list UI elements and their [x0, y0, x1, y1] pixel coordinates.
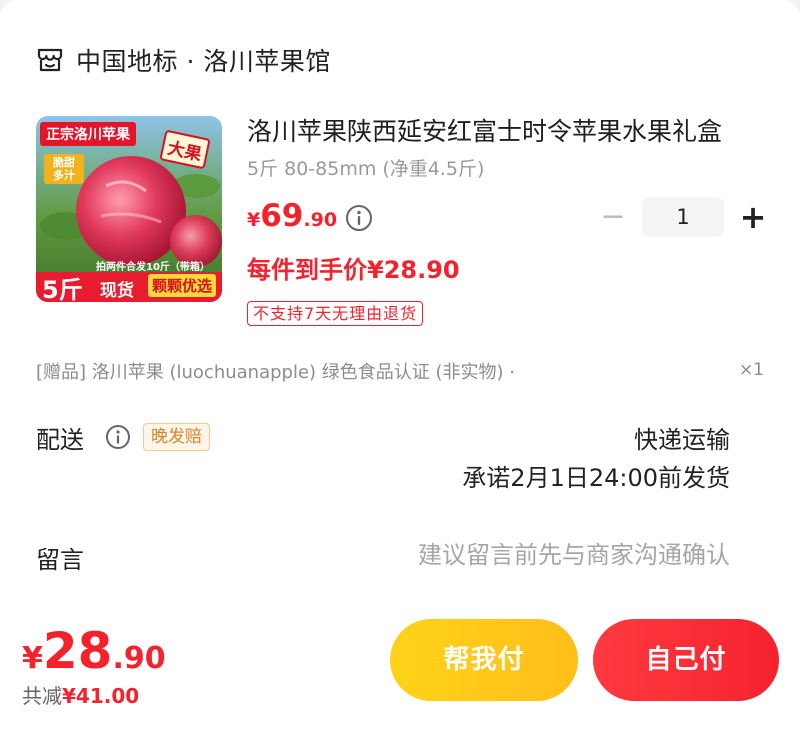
- product-title[interactable]: 洛川苹果陕西延安红富士时令苹果水果礼盒: [247, 112, 767, 148]
- price-decimal: .90: [303, 209, 338, 231]
- self-pay-button[interactable]: 自己付: [593, 619, 779, 701]
- total-integer: 28: [42, 622, 113, 680]
- quantity-value[interactable]: 1: [642, 197, 724, 237]
- total-symbol: ¥: [22, 641, 43, 676]
- discount-label: 共减: [22, 684, 62, 708]
- shipping-promise: 承诺2月1日24:00前发货: [462, 464, 730, 492]
- gift-text: [赠品] 洛川苹果 (luochuanapple) 绿色食品认证 (非实物) ·: [36, 362, 515, 383]
- product-price: ¥ 69 .90: [247, 198, 337, 238]
- image-side-label-2: 多汁: [53, 169, 75, 182]
- image-tag-1: 现货: [100, 281, 134, 301]
- unit-price: 每件到手价¥28.90: [247, 256, 460, 284]
- quantity-stepper: − 1 +: [598, 196, 768, 238]
- return-policy-badge: 不支持7天无理由退货: [247, 301, 424, 326]
- image-banner: 正宗洛川苹果: [40, 122, 136, 146]
- image-weight: 5斤: [42, 276, 83, 302]
- shop-header[interactable]: 中国地标 · 洛川苹果馆: [36, 40, 331, 80]
- total-price: ¥ 28 .90: [22, 622, 166, 680]
- discount-summary[interactable]: 共减¥41.00: [22, 680, 139, 709]
- price-symbol: ¥: [247, 209, 261, 231]
- total-decimal: .90: [112, 641, 166, 676]
- product-spec[interactable]: 5斤 80-85mm (净重4.5斤): [247, 154, 484, 181]
- help-pay-button[interactable]: 帮我付: [390, 619, 578, 701]
- shipping-label: 配送: [36, 426, 84, 454]
- image-tag-2: 颗颗优选: [148, 274, 217, 297]
- late-compensation-badge[interactable]: 晚发赔: [143, 423, 210, 451]
- image-promo-line: 拍两件合发10斤（带箱）: [96, 262, 210, 273]
- quantity-decrease-button[interactable]: −: [598, 202, 628, 232]
- gift-quantity: ×1: [738, 360, 764, 380]
- order-card: 中国地标 · 洛川苹果馆 正宗洛川苹果 大果 脆甜 多汁 拍两件合发10斤（带箱…: [0, 0, 800, 615]
- quantity-increase-button[interactable]: +: [738, 201, 768, 233]
- shipping-info-icon[interactable]: [105, 424, 131, 450]
- price-info-icon[interactable]: [345, 204, 373, 232]
- shipping-method[interactable]: 快递运输: [634, 420, 730, 455]
- message-label: 留言: [36, 546, 84, 574]
- shop-name: 中国地标 · 洛川苹果馆: [76, 47, 331, 76]
- checkout-bar: ¥ 28 .90 共减¥41.00 帮我付 自己付: [0, 600, 800, 730]
- price-integer: 69: [260, 198, 304, 234]
- message-input[interactable]: [310, 537, 730, 573]
- product-image[interactable]: 正宗洛川苹果 大果 脆甜 多汁 拍两件合发10斤（带箱） 5斤 现货 颗颗优选: [36, 116, 222, 302]
- discount-amount: ¥41.00: [62, 684, 140, 708]
- image-side-label-1: 脆甜: [53, 156, 75, 169]
- shop-icon: [37, 48, 63, 72]
